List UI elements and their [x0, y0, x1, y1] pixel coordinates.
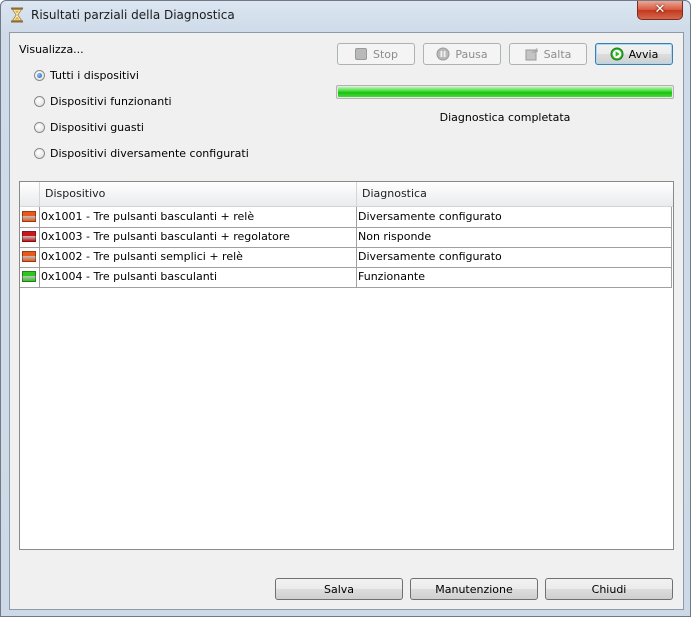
radio-faulty-devices[interactable]: Dispositivi guasti — [34, 119, 144, 135]
radio-button[interactable] — [34, 95, 45, 107]
device-cell: 0x1002 - Tre pulsanti semplici + relè — [40, 247, 357, 267]
title-bar[interactable]: Risultati parziali della Diagnostica ✕ — [1, 1, 690, 31]
column-header-diagnostic[interactable]: Diagnostica — [357, 182, 673, 206]
radio-label: Dispositivi funzionanti — [50, 94, 172, 108]
status-text: Diagnostica completata — [439, 111, 571, 124]
maintenance-button[interactable]: Manutenzione — [410, 578, 538, 600]
icon-cell — [20, 267, 40, 287]
orange-status-icon — [22, 211, 36, 222]
table-row[interactable]: 0x1003 - Tre pulsanti basculanti + regol… — [20, 227, 672, 248]
play-icon — [610, 47, 624, 61]
close-icon: ✕ — [654, 2, 666, 17]
diagnostic-cell: Non risponde — [357, 227, 672, 247]
diagnostic-cell: Diversamente configurato — [357, 247, 672, 267]
device-cell: 0x1003 - Tre pulsanti basculanti + regol… — [40, 227, 357, 247]
radio-label: Tutti i dispositivi — [50, 68, 139, 82]
table-row[interactable]: 0x1004 - Tre pulsanti basculanti Funzion… — [20, 267, 672, 288]
icon-cell — [20, 247, 40, 267]
green-status-icon — [22, 271, 36, 282]
diagnostics-table: Dispositivo Diagnostica 0x1001 - Tre pul… — [19, 181, 674, 550]
diagnostic-cell: Funzionante — [357, 267, 672, 287]
stop-label: Stop — [372, 47, 398, 61]
stop-icon — [354, 48, 367, 60]
filter-label: Visualizza... — [19, 43, 84, 56]
skip-label: Salta — [543, 47, 572, 61]
device-cell: 0x1004 - Tre pulsanti basculanti — [40, 267, 357, 287]
client-area: Visualizza... Tutti i dispositivi Dispos… — [9, 32, 684, 610]
save-button[interactable]: Salva — [275, 578, 403, 600]
radio-label: Dispositivi diversamente configurati — [50, 146, 249, 160]
progress-fill — [338, 87, 672, 97]
stop-button[interactable]: Stop — [337, 43, 415, 65]
column-header-device[interactable]: Dispositivo — [40, 182, 357, 206]
icon-cell — [20, 227, 40, 247]
window-title: Risultati parziali della Diagnostica — [31, 8, 235, 22]
radio-misconfigured-devices[interactable]: Dispositivi diversamente configurati — [34, 145, 249, 161]
start-button[interactable]: Avvia — [595, 43, 673, 65]
table-header: Dispositivo Diagnostica — [20, 182, 673, 207]
icon-cell — [20, 207, 40, 227]
skip-icon — [525, 48, 538, 61]
table-row[interactable]: 0x1001 - Tre pulsanti basculanti + relè … — [20, 207, 672, 228]
pause-icon — [436, 47, 450, 61]
red-status-icon — [22, 231, 36, 242]
start-label: Avvia — [628, 47, 659, 61]
pause-label: Pausa — [455, 47, 488, 61]
diagnostic-cell: Diversamente configurato — [357, 207, 672, 227]
diagnostics-window: Risultati parziali della Diagnostica ✕ V… — [0, 0, 691, 617]
radio-button[interactable] — [34, 147, 45, 159]
close-button[interactable]: ✕ — [637, 1, 683, 20]
radio-all-devices[interactable]: Tutti i dispositivi — [34, 67, 139, 83]
table-row[interactable]: 0x1002 - Tre pulsanti semplici + relè Di… — [20, 247, 672, 268]
radio-working-devices[interactable]: Dispositivi funzionanti — [34, 93, 172, 109]
progress-bar — [336, 85, 674, 99]
radio-label: Dispositivi guasti — [50, 120, 144, 134]
close-dialog-button[interactable]: Chiudi — [545, 578, 673, 600]
skip-button[interactable]: Salta — [509, 43, 587, 65]
hourglass-icon — [11, 7, 23, 23]
radio-button-checked[interactable] — [34, 69, 45, 81]
pause-button[interactable]: Pausa — [423, 43, 501, 65]
column-header-icon[interactable] — [20, 182, 40, 206]
radio-button[interactable] — [34, 121, 45, 133]
device-cell: 0x1001 - Tre pulsanti basculanti + relè — [40, 207, 357, 227]
orange-status-icon — [22, 251, 36, 262]
